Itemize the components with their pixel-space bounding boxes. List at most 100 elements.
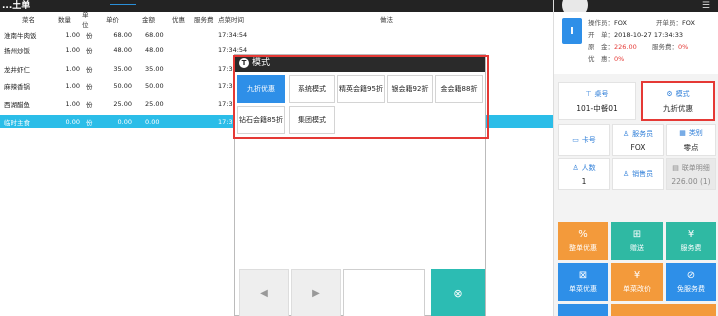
page-input[interactable] [343, 269, 425, 316]
col-header-discount: 优惠 [172, 15, 185, 24]
row-unit: 份 [86, 100, 93, 109]
category-value: 零点 [683, 142, 699, 152]
row-qty: 1.00 [65, 45, 80, 54]
operator-value: FOX [614, 19, 627, 27]
col-header-unit: 单位 [82, 10, 89, 29]
close-dialog-button[interactable]: ⊗ [431, 269, 485, 316]
item-discount-label: 单菜优惠 [569, 285, 597, 293]
row-amount: 48.00 [145, 45, 164, 54]
row-price: 0.00 [117, 117, 132, 126]
waiter-tile[interactable]: ♙ 服务员 FOX [612, 124, 664, 156]
col-header-time: 点菜时间 [218, 15, 244, 24]
waiter-value: FOX [630, 142, 646, 152]
table-number-tile[interactable]: ⊤ 桌号 101-中餐01 [558, 82, 636, 120]
service-fee-button[interactable]: ¥ 服务费 [666, 222, 716, 260]
row-unit: 份 [86, 31, 93, 40]
row-price: 25.00 [113, 99, 132, 108]
pos-screen: { "header": { "app_title": "...土单", "tab… [0, 0, 718, 316]
discount-tag-icon: ⊠ [578, 270, 588, 281]
percent-icon: % [578, 229, 588, 240]
item-price-change-label: 单菜改价 [623, 285, 651, 293]
row-name: 淮南牛肉饭 [4, 31, 37, 40]
row-qty: 1.00 [65, 30, 80, 39]
row-price: 35.00 [113, 64, 132, 73]
row-amount: 50.00 [145, 81, 164, 90]
prev-page-button[interactable]: ◀ [239, 269, 289, 316]
guests-tile[interactable]: ♙ 人数 1 [558, 158, 610, 190]
chevron-left-icon: ◀ [260, 287, 268, 299]
more-action-button-1[interactable] [558, 304, 608, 316]
service-rate-value: 0% [678, 43, 689, 51]
row-price: 68.00 [113, 30, 132, 39]
row-amount: 0.00 [145, 117, 160, 126]
person-icon: ♙ [622, 170, 630, 178]
chevron-right-icon: ▶ [312, 287, 320, 299]
row-unit: 份 [86, 65, 93, 74]
row-name: 龙井虾仁 [4, 65, 30, 74]
row-amount: 68.00 [145, 30, 164, 39]
order-info-card: I 操作员：FOX 开单员：FOX 开 单：2018-10-27 17:34:3… [554, 12, 718, 74]
row-qty: 1.00 [65, 64, 80, 73]
open-time-label: 开 单： [588, 31, 614, 39]
row-amount: 35.00 [145, 64, 164, 73]
person-icon: ♙ [622, 129, 630, 138]
col-header-service: 服务费 [194, 15, 214, 24]
people-icon: ♙ [572, 163, 579, 172]
salesperson-label: 销售员 [632, 170, 654, 178]
row-amount: 25.00 [145, 99, 164, 108]
col-header-price: 单价 [106, 15, 119, 24]
item-discount-button[interactable]: ⊠ 单菜优惠 [558, 263, 608, 301]
opener-value: FOX [682, 19, 695, 27]
discount-label: 优 惠： [588, 55, 614, 63]
whole-order-discount-label: 整单优惠 [569, 244, 597, 252]
row-time: 17:34:54 [218, 30, 248, 39]
guests-value: 1 [581, 176, 587, 186]
open-time-value: 2018-10-27 17:34:33 [614, 31, 684, 39]
order-side-panel: ☰ I 操作员：FOX 开单员：FOX 开 单：2018-10-27 17:34… [553, 0, 718, 316]
dialog-footer: ◀ ▶ ⊗ [235, 269, 485, 316]
document-icon: ▤ [672, 163, 679, 172]
free-service-fee-button[interactable]: ⊘ 免服务费 [666, 263, 716, 301]
amount-label: 原 金： [588, 43, 614, 51]
close-circle-icon: ⊗ [453, 286, 463, 300]
row-time: 17:34:54 [218, 45, 248, 54]
row-price: 50.00 [113, 81, 132, 90]
active-tab-indicator[interactable] [110, 0, 136, 5]
waiter-label: 服务员 [632, 129, 654, 138]
menu-icon[interactable]: ☰ [702, 1, 710, 11]
highlight-mode-tile [641, 81, 715, 121]
operator-label: 操作员： [588, 19, 614, 27]
order-status-badge: I [562, 18, 582, 44]
col-header-amount: 金额 [142, 15, 155, 24]
whole-order-discount-button[interactable]: % 整单优惠 [558, 222, 608, 260]
next-page-button[interactable]: ▶ [291, 269, 341, 316]
table-number-label: 桌号 [594, 89, 609, 98]
price-edit-icon: ¥ [633, 270, 641, 281]
row-qty: 0.00 [65, 117, 80, 126]
category-label: 类别 [688, 128, 703, 137]
table-header: 菜名 数量 单位 单价 金额 优惠 服务费 点菜时间 做法 [0, 11, 553, 29]
gift-button[interactable]: ⊞ 赠送 [611, 222, 663, 260]
table-icon: ⊤ [585, 89, 592, 98]
grid-icon: ▦ [679, 128, 686, 137]
joint-order-detail-tile[interactable]: ▤ 联单明细 226.00 (1) [666, 158, 716, 190]
table-row[interactable]: 淮南牛肉饭 1.00 份 68.00 68.00 17:34:54 [0, 28, 553, 41]
free-service-fee-label: 免服务费 [677, 285, 705, 293]
more-action-button-2[interactable] [611, 304, 716, 316]
category-tile[interactable]: ▦ 类别 零点 [666, 124, 716, 156]
card-icon: ▭ [572, 136, 579, 144]
amount-value: 226.00 [614, 43, 637, 51]
service-rate-label: 服务费： [652, 43, 678, 51]
item-price-change-button[interactable]: ¥ 单菜改价 [611, 263, 663, 301]
row-unit: 份 [86, 82, 93, 91]
guests-label: 人数 [581, 163, 596, 172]
card-number-label: 卡号 [581, 136, 596, 144]
discount-value: 0% [614, 55, 625, 63]
row-unit: 份 [86, 46, 93, 55]
highlight-mode-options [233, 55, 489, 139]
row-qty: 1.00 [65, 81, 80, 90]
gift-label: 赠送 [630, 244, 644, 252]
card-number-tile[interactable]: ▭ 卡号 [558, 124, 610, 156]
salesperson-tile[interactable]: ♙ 销售员 [612, 158, 664, 190]
no-fee-icon: ⊘ [686, 270, 696, 281]
